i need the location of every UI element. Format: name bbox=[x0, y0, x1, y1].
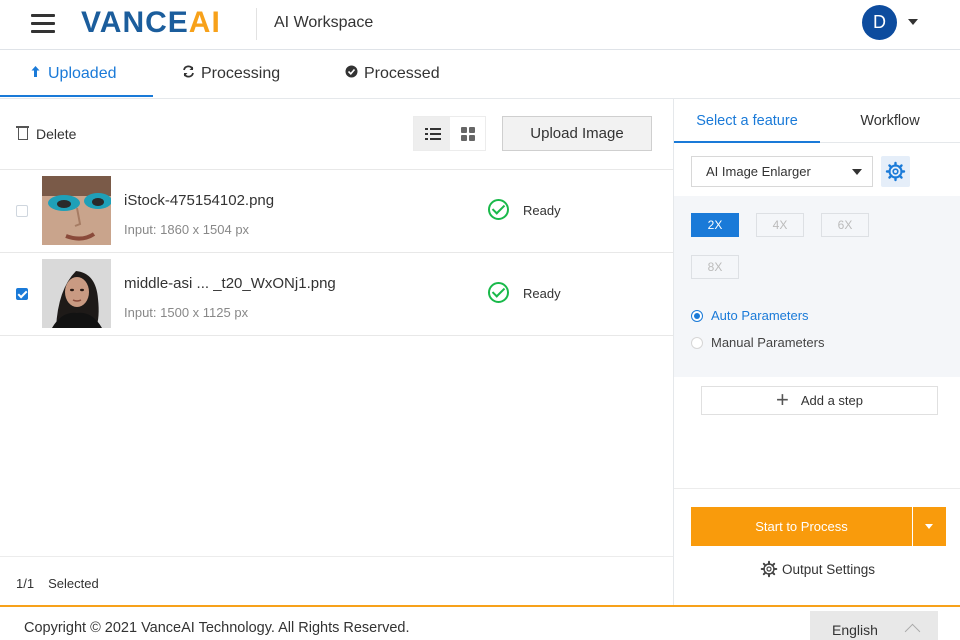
check-circle-icon bbox=[488, 199, 509, 220]
menu-icon[interactable] bbox=[31, 12, 55, 34]
footer-divider bbox=[0, 556, 673, 557]
file-dimensions: Input: 1860 x 1504 px bbox=[124, 222, 250, 237]
scale-8x-button[interactable]: 8X bbox=[691, 255, 739, 279]
gear-icon bbox=[885, 161, 906, 182]
active-tab-indicator bbox=[0, 95, 153, 97]
output-settings-label: Output Settings bbox=[782, 562, 876, 577]
plus-icon: + bbox=[775, 387, 789, 413]
status-badge: Ready bbox=[523, 286, 561, 301]
active-tab-indicator bbox=[674, 141, 820, 143]
feature-select-value: AI Image Enlarger bbox=[706, 164, 811, 179]
view-toggle bbox=[413, 116, 486, 151]
feature-settings-button[interactable] bbox=[881, 156, 910, 187]
status-badge: Ready bbox=[523, 203, 561, 218]
feature-select[interactable]: AI Image Enlarger bbox=[691, 156, 873, 187]
top-header: VANCEAI AI Workspace D bbox=[0, 0, 960, 50]
tab-label: Uploaded bbox=[48, 65, 117, 82]
language-label: English bbox=[832, 622, 878, 638]
scale-6x-button[interactable]: 6X bbox=[821, 213, 869, 237]
feature-panel: Select a feature Workflow AI Image Enlar… bbox=[674, 99, 960, 605]
file-list-panel: Delete Upload Image iStock-475154102.png… bbox=[0, 99, 673, 605]
table-row[interactable]: iStock-475154102.png Input: 1860 x 1504 … bbox=[0, 170, 673, 253]
radio-label: Manual Parameters bbox=[711, 335, 825, 350]
page-footer: Copyright © 2021 VanceAI Technology. All… bbox=[0, 605, 960, 640]
row-checkbox[interactable] bbox=[16, 205, 28, 217]
radio-label: Auto Parameters bbox=[711, 308, 809, 323]
trash-icon bbox=[16, 126, 29, 140]
workspace-title: AI Workspace bbox=[274, 14, 374, 31]
image-thumbnail bbox=[42, 176, 111, 245]
file-dimensions: Input: 1500 x 1125 px bbox=[124, 305, 249, 320]
scale-4x-button[interactable]: 4X bbox=[756, 213, 804, 237]
manual-parameters-radio[interactable]: Manual Parameters bbox=[691, 335, 824, 350]
gear-icon bbox=[760, 560, 778, 578]
tab-processed[interactable]: Processed bbox=[344, 50, 440, 98]
chevron-down-icon bbox=[852, 169, 862, 175]
radio-icon bbox=[691, 310, 703, 322]
logo-vance: VANCE bbox=[81, 6, 189, 39]
radio-icon bbox=[691, 337, 703, 349]
check-circle-icon bbox=[344, 50, 358, 98]
header-divider bbox=[256, 8, 257, 40]
language-selector[interactable]: English bbox=[810, 611, 938, 640]
selection-count: 1/1 Selected bbox=[16, 576, 113, 591]
row-checkbox[interactable] bbox=[16, 288, 28, 300]
image-thumbnail bbox=[42, 259, 111, 328]
tab-bar: Uploaded Processing Processed bbox=[0, 50, 960, 99]
tab-label: Processing bbox=[201, 65, 281, 82]
file-name: iStock-475154102.png bbox=[124, 192, 275, 209]
delete-button[interactable]: Delete bbox=[16, 126, 77, 142]
start-process-button[interactable]: Start to Process bbox=[691, 507, 912, 546]
selection-count-value: 1/1 bbox=[16, 576, 35, 591]
tab-select-feature[interactable]: Select a feature bbox=[674, 99, 820, 143]
add-step-label: Add a step bbox=[800, 393, 863, 408]
logo[interactable]: VANCEAI bbox=[81, 6, 221, 40]
copyright-text: Copyright © 2021 VanceAI Technology. All… bbox=[24, 620, 410, 636]
chevron-up-icon bbox=[904, 623, 921, 640]
enlarger-settings: 2X 4X 6X 8X Auto Parameters Manual Param… bbox=[674, 196, 960, 377]
refresh-icon bbox=[181, 50, 195, 98]
avatar[interactable]: D bbox=[862, 5, 897, 40]
delete-label: Delete bbox=[36, 126, 77, 142]
check-circle-icon bbox=[488, 282, 509, 303]
tab-workflow[interactable]: Workflow bbox=[820, 99, 960, 143]
auto-parameters-radio[interactable]: Auto Parameters bbox=[691, 308, 809, 323]
upload-arrow-icon bbox=[28, 50, 42, 98]
selection-count-label: Selected bbox=[48, 576, 99, 591]
add-step-button[interactable]: + Add a step bbox=[701, 386, 938, 415]
panel-bottom-divider bbox=[674, 488, 960, 489]
tab-label: Processed bbox=[364, 65, 440, 82]
scale-2x-button[interactable]: 2X bbox=[691, 213, 739, 237]
grid-view-icon[interactable] bbox=[450, 117, 486, 150]
tab-uploaded[interactable]: Uploaded bbox=[28, 50, 117, 98]
table-row[interactable]: middle-asi ... _t20_WxONj1.png Input: 15… bbox=[0, 253, 673, 336]
list-view-icon[interactable] bbox=[414, 117, 450, 150]
tab-processing[interactable]: Processing bbox=[181, 50, 280, 98]
file-name: middle-asi ... _t20_WxONj1.png bbox=[124, 275, 336, 292]
start-options-dropdown[interactable] bbox=[913, 507, 946, 546]
upload-image-button[interactable]: Upload Image bbox=[502, 116, 652, 151]
logo-ai: AI bbox=[188, 6, 221, 39]
output-settings-button[interactable]: Output Settings bbox=[760, 560, 875, 578]
chevron-down-icon[interactable] bbox=[908, 19, 918, 25]
